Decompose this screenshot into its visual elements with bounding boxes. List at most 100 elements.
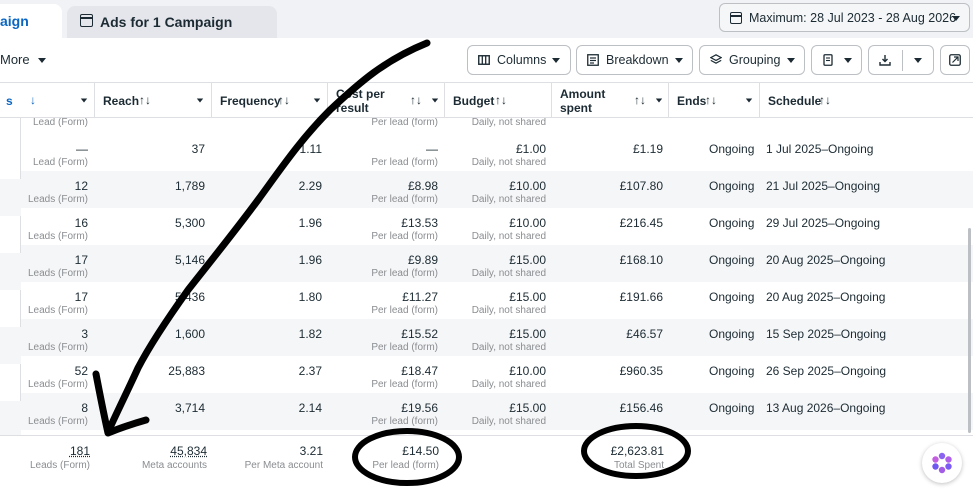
ad-icon — [80, 14, 93, 27]
column-frequency[interactable]: Frequency ↑↓ — [212, 83, 328, 118]
more-button[interactable]: More — [0, 52, 46, 67]
table-row[interactable]: — Lead (Form) 37 1.11— Per lead (form) £1.00 D… — [0, 134, 973, 171]
schedule-value: 15 Sep 2025–Ongoing — [766, 327, 887, 341]
expand-icon — [949, 54, 961, 66]
ends-value: Ongoing — [709, 179, 755, 193]
calendar-icon — [730, 12, 742, 24]
columns-button[interactable]: Columns — [467, 45, 571, 75]
budget-sub: Daily, not shared — [471, 268, 546, 279]
column-schedule[interactable]: Schedule ↑↓ — [760, 83, 973, 118]
results-sub: Leads (Form) — [27, 379, 88, 390]
schedule-value: 29 Jul 2025–Ongoing — [766, 216, 881, 230]
sort-desc-icon: ↓ — [30, 93, 36, 107]
grouping-icon — [710, 54, 722, 64]
cost-per-result-value: £18.47 — [401, 364, 438, 378]
export-button[interactable] — [868, 45, 934, 75]
ends-value: Ongoing — [709, 364, 755, 378]
results-sub: Leads (Form) — [27, 231, 88, 242]
total-cost-per-result: £14.50 — [402, 444, 439, 458]
table-row[interactable]: 12 Leads (Form) 1,789 2.29 £8.98 Per lead (fo… — [0, 171, 973, 208]
total-results[interactable]: 181 — [70, 444, 90, 458]
results-value: 8 — [81, 401, 88, 415]
cost-per-result-value: — — [426, 142, 438, 156]
column-results[interactable]: s ↓ — [0, 83, 95, 118]
date-range-picker[interactable]: Maximum: 28 Jul 2023 - 28 Aug 2026 — [719, 3, 970, 32]
table-row[interactable]: 3 Leads (Form) 1,600 1.82 £15.52 Per lead (fo… — [0, 319, 973, 356]
row-gutter — [0, 216, 21, 253]
cost-per-result-sub: Per lead (form) — [371, 379, 438, 390]
vertical-scrollbar[interactable] — [968, 228, 971, 433]
frequency-value: 2.14 — [298, 401, 322, 415]
button-divider — [902, 50, 903, 71]
budget-header-label: Budget — [453, 94, 495, 108]
ends-value: Ongoing — [709, 401, 755, 415]
results-sub: Leads (Form) — [27, 416, 88, 427]
results-value: 3 — [81, 327, 88, 341]
budget-value: £10.00 — [509, 216, 546, 230]
results-value: 17 — [74, 290, 88, 304]
total-reach[interactable]: 45,834 — [170, 444, 207, 458]
table-row[interactable]: 52 Leads (Form) 25,883 2.37 £18.47 Per lead (… — [0, 356, 973, 393]
cost-per-result-sub: Per lead (form) — [371, 157, 438, 168]
frequency-value: 2.37 — [298, 364, 322, 378]
budget-sub: Daily, not shared — [471, 231, 546, 242]
ends-value: Ongoing — [709, 290, 755, 304]
amount-spent-value: £168.10 — [619, 253, 663, 267]
table-row[interactable]: 17 Leads (Form) 5,436 1.80 £11.27 Per lead (f… — [0, 282, 973, 319]
reports-button[interactable] — [811, 45, 862, 75]
column-amount-spent[interactable]: Amount spent ↑↓ — [552, 83, 669, 118]
table-row[interactable]: 16 Leads (Form) 5,300 1.96 £13.53 Per lead (f… — [0, 208, 973, 245]
chevron-down-icon[interactable] — [914, 58, 922, 63]
table-row[interactable]: 8 Leads (Form) 3,714 2.14 £19.56 Per lead (fo… — [0, 393, 973, 430]
column-cost-per-result[interactable]: Cost per result ↑↓ — [328, 83, 445, 118]
budget-value: £15.00 — [509, 327, 546, 341]
chevron-down-icon — [844, 58, 852, 63]
amount-spent-header-line1: Amount — [560, 87, 606, 101]
report-icon — [823, 54, 833, 66]
row-gutter — [0, 253, 21, 290]
breakdown-button[interactable]: Breakdown — [576, 45, 693, 75]
tab-ads[interactable]: Ads for 1 Campaign — [67, 6, 277, 38]
results-value: — — [76, 142, 88, 156]
total-amount-spent-sub: Total Spent — [613, 460, 664, 471]
assistant-button[interactable] — [922, 443, 962, 483]
chevron-down-icon[interactable] — [80, 98, 88, 103]
budget-value: £15.00 — [509, 290, 546, 304]
reach-header-label: Reach — [103, 94, 140, 108]
column-ends[interactable]: Ends ↑↓ — [669, 83, 760, 118]
chevron-down-icon — [675, 58, 683, 63]
ends-value: Ongoing — [709, 253, 755, 267]
reach-value: 37 — [191, 142, 205, 156]
budget-sub: Daily, not shared — [471, 379, 546, 390]
chevron-down-icon[interactable] — [745, 98, 753, 103]
chevron-down-icon[interactable] — [196, 98, 204, 103]
ends-header-label: Ends — [677, 94, 707, 108]
cost-per-result-value: £9.89 — [407, 253, 438, 267]
schedule-value: 1 Jul 2025–Ongoing — [766, 142, 874, 156]
columns-label: Columns — [497, 53, 547, 67]
schedule-value: 20 Aug 2025–Ongoing — [766, 253, 886, 267]
breakdown-icon — [587, 54, 599, 66]
chevron-down-icon[interactable] — [313, 98, 321, 103]
chevron-down-icon — [787, 58, 795, 63]
total-reach-sub: Meta accounts — [141, 460, 207, 471]
cost-per-result-sub: Per lead (form) — [371, 194, 438, 205]
budget-value: £10.00 — [509, 179, 546, 193]
results-value: 12 — [74, 179, 88, 193]
column-reach[interactable]: Reach ↑↓ — [95, 83, 212, 118]
schedule-value: 20 Aug 2025–Ongoing — [766, 290, 886, 304]
cost-per-result-sub: Per lead (form) — [371, 305, 438, 316]
schedule-value: 21 Jul 2025–Ongoing — [766, 179, 881, 193]
chevron-down-icon[interactable] — [655, 98, 663, 103]
results-sub: Leads (Form) — [27, 194, 88, 205]
amount-spent-value: £960.35 — [619, 364, 663, 378]
column-budget[interactable]: Budget ↑↓ — [445, 83, 552, 118]
tab-campaign[interactable]: aign — [0, 4, 62, 38]
table-row[interactable]: 17 Leads (Form) 5,146 1.96 £9.89 Per lead (fo… — [0, 245, 973, 282]
chevron-down-icon[interactable] — [431, 98, 439, 103]
budget-sub: Daily, not shared — [471, 305, 546, 316]
grouping-button[interactable]: Grouping — [699, 45, 805, 75]
expand-button[interactable] — [940, 45, 970, 75]
budget-value: £15.00 — [509, 253, 546, 267]
amount-spent-value: £1.19 — [632, 142, 663, 156]
